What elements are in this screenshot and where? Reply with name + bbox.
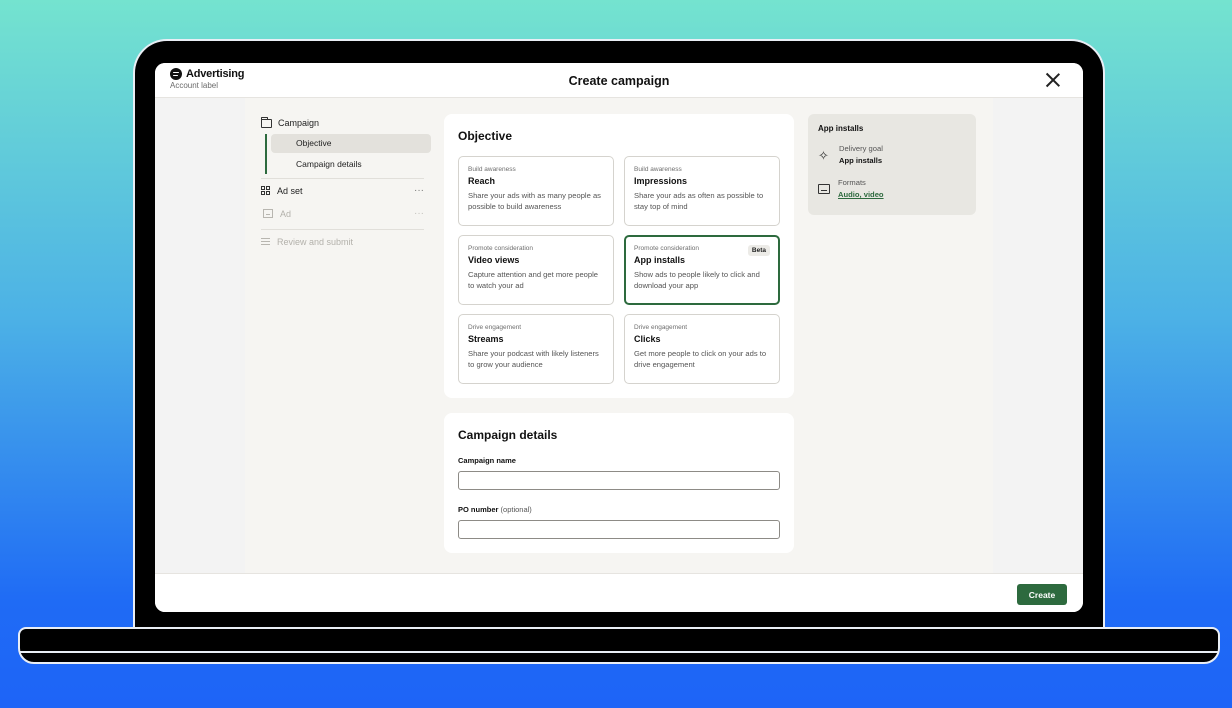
card-title: Impressions: [634, 176, 688, 186]
optional-hint: (optional): [500, 505, 532, 514]
folder-icon: [261, 116, 272, 128]
summary-title: App installs: [818, 124, 864, 133]
card-title: Reach: [468, 176, 496, 186]
card-description: Share your ads with as many people as po…: [468, 191, 601, 211]
grid-icon: [261, 186, 270, 195]
list-icon: [261, 237, 270, 246]
create-button[interactable]: Create: [1017, 584, 1067, 605]
objective-card-impressions[interactable]: Build awareness Impressions Share your a…: [624, 156, 780, 226]
ad-icon: [263, 209, 273, 218]
beta-badge: Beta: [747, 245, 770, 256]
top-bar: Advertising Account label Create campaig…: [155, 63, 1083, 98]
card-description: Share your ads as often as possible to s…: [634, 191, 764, 211]
formats-label: Formats: [838, 178, 866, 187]
close-icon[interactable]: [1045, 72, 1061, 88]
campaign-name-label: Campaign name: [458, 456, 516, 465]
objective-card-streams[interactable]: Drive engagement Streams Share your podc…: [458, 314, 614, 384]
nav-campaign-steps: Objective Campaign details: [265, 134, 431, 174]
card-description: Get more people to click on your ads to …: [634, 349, 767, 369]
delivery-goal-label: Delivery goal: [839, 144, 883, 153]
page-title: Create campaign: [568, 74, 670, 88]
more-icon[interactable]: ···: [414, 185, 424, 196]
app-window: Advertising Account label Create campaig…: [155, 63, 1083, 612]
objective-card-reach[interactable]: Build awareness Reach Share your ads wit…: [458, 156, 614, 226]
nav-ad-set-label: Ad set: [277, 185, 303, 196]
nav-ad: Ad ···: [261, 202, 424, 225]
nav-review: Review and submit: [261, 230, 424, 253]
format-icon: [818, 184, 830, 194]
card-title: App installs: [634, 255, 686, 265]
right-gutter: [993, 98, 1083, 573]
sparkle-icon: ✧: [818, 148, 829, 163]
card-title: Clicks: [634, 334, 661, 344]
card-kicker: Promote consideration: [468, 245, 534, 252]
objective-card-clicks[interactable]: Drive engagement Clicks Get more people …: [624, 314, 780, 384]
nav-review-label: Review and submit: [277, 236, 354, 247]
formats-link[interactable]: Audio, video: [838, 190, 884, 199]
objective-title: Objective: [458, 129, 513, 143]
nav-ad-label: Ad: [280, 208, 292, 219]
card-description: Show ads to people likely to click and d…: [634, 270, 760, 290]
objective-panel: Objective Build awareness Reach Share yo…: [444, 114, 794, 398]
campaign-details-title: Campaign details: [458, 428, 558, 442]
card-kicker: Drive engagement: [468, 324, 522, 331]
delivery-goal-row: ✧ Delivery goal App installs: [818, 144, 883, 165]
nav-campaign-label: Campaign: [278, 118, 320, 128]
nav-campaign[interactable]: Campaign: [261, 116, 431, 130]
po-number-input[interactable]: [458, 520, 780, 539]
main-area: Campaign Objective Campaign details Ad s…: [155, 98, 1083, 573]
card-title: Video views: [468, 255, 520, 265]
po-number-label-text: PO number: [458, 505, 499, 514]
objective-card-app-installs[interactable]: Promote consideration Beta App installs …: [624, 235, 780, 305]
step-nav: Campaign Objective Campaign details Ad s…: [261, 116, 431, 253]
card-description: Capture attention and get more people to…: [468, 270, 599, 290]
objective-card-video-views[interactable]: Promote consideration Video views Captur…: [458, 235, 614, 305]
formats-row: Formats Audio, video: [818, 178, 884, 199]
card-kicker: Build awareness: [468, 166, 516, 173]
nav-item-campaign-details[interactable]: Campaign details: [271, 155, 431, 174]
campaign-name-input[interactable]: [458, 471, 780, 490]
card-title: Streams: [468, 334, 504, 344]
card-kicker: Drive engagement: [634, 324, 688, 331]
card-kicker: Build awareness: [634, 166, 682, 173]
left-gutter: [155, 98, 245, 573]
laptop-base: [18, 627, 1220, 664]
footer: Create: [155, 573, 1083, 612]
nav-item-objective[interactable]: Objective: [271, 134, 431, 153]
campaign-details-panel: Campaign details Campaign name PO number…: [444, 413, 794, 553]
card-description: Share your podcast with likely listeners…: [468, 349, 599, 369]
nav-ad-set[interactable]: Ad set ···: [261, 179, 424, 202]
summary-panel: App installs ✧ Delivery goal App install…: [808, 114, 976, 215]
po-number-label: PO number (optional): [458, 505, 532, 514]
delivery-goal-value: App installs: [839, 156, 883, 165]
more-icon: ···: [414, 208, 424, 219]
